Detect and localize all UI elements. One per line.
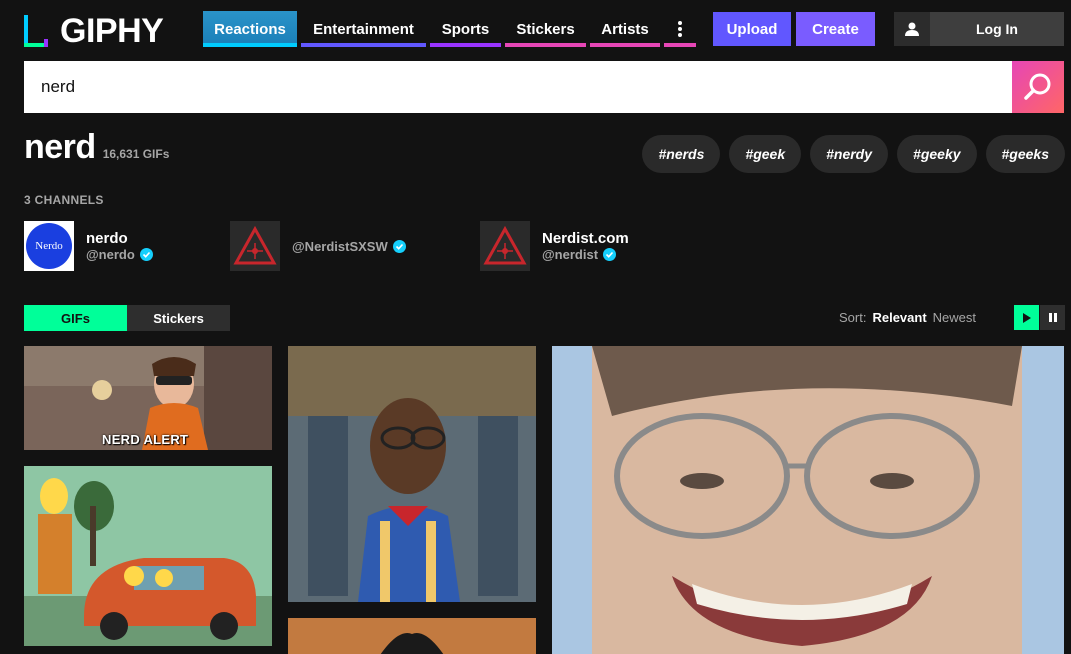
giphy-logo-icon <box>24 15 52 47</box>
avatar <box>230 221 280 271</box>
tag-geeky[interactable]: #geeky <box>897 135 977 173</box>
nav-item-entertainment[interactable]: Entertainment <box>301 11 426 47</box>
pause-icon <box>1048 313 1057 322</box>
sort-newest[interactable]: Newest <box>933 310 976 325</box>
more-menu-button[interactable] <box>664 11 696 47</box>
avatar: Nerdo <box>24 221 74 271</box>
avatar <box>480 221 530 271</box>
gif-image <box>288 346 536 602</box>
search-button[interactable] <box>1012 61 1064 113</box>
nerdist-logo-icon <box>483 225 527 265</box>
gif-tile[interactable] <box>288 346 536 602</box>
sort-label: Sort: <box>839 310 867 325</box>
channel-nerdist[interactable]: Nerdist.com @nerdist <box>480 221 629 271</box>
results-count: 16,631 GIFs <box>102 147 170 161</box>
avatar-text: Nerdo <box>35 240 63 252</box>
channel-handle: @NerdistSXSW <box>292 238 388 254</box>
create-button[interactable]: Create <box>796 12 875 46</box>
tag-geeks[interactable]: #geeks <box>985 135 1065 173</box>
gif-image <box>552 346 1064 654</box>
gif-tile[interactable] <box>24 466 272 646</box>
tab-stickers[interactable]: Stickers <box>127 305 230 331</box>
verified-icon <box>392 239 406 253</box>
login-button[interactable]: Log In <box>894 12 1064 46</box>
search-input[interactable] <box>24 61 1012 113</box>
pause-button[interactable] <box>1040 305 1065 330</box>
related-tags: #nerds #geek #nerdy #geeky #geeks <box>642 135 1065 173</box>
tag-geek[interactable]: #geek <box>729 135 802 173</box>
channel-handle: @nerdo <box>86 247 135 262</box>
nav-item-label: Sports <box>441 20 490 38</box>
channel-nerdistsxsw[interactable]: @NerdistSXSW <box>230 221 406 271</box>
channels-heading: 3 CHANNELS <box>24 193 104 207</box>
page-title: nerd <box>24 128 96 166</box>
login-label: Log In <box>976 21 1018 37</box>
gif-tile[interactable] <box>288 618 536 654</box>
gif-tile[interactable] <box>552 346 1064 654</box>
logo-text: GIPHY <box>60 12 164 50</box>
nav-item-stickers[interactable]: Stickers <box>505 11 586 47</box>
user-icon-box <box>894 12 930 46</box>
channel-nerdo[interactable]: Nerdo nerdo @nerdo <box>24 221 153 271</box>
nav-item-artists[interactable]: Artists <box>590 11 660 47</box>
sort-relevant[interactable]: Relevant <box>872 310 926 325</box>
giphy-logo[interactable]: GIPHY <box>24 12 164 50</box>
nav-item-reactions[interactable]: Reactions <box>203 11 297 47</box>
results-title: nerd 16,631 GIFs <box>24 128 169 167</box>
channel-name: nerdo <box>86 230 128 247</box>
tag-nerds[interactable]: #nerds <box>642 135 721 173</box>
verified-icon <box>603 248 617 261</box>
nav-item-label: Entertainment <box>313 20 414 38</box>
nav-item-label: Reactions <box>214 20 286 38</box>
tag-nerdy[interactable]: #nerdy <box>810 135 889 173</box>
play-icon <box>1023 312 1031 323</box>
nerdist-logo-icon <box>233 225 277 265</box>
tab-gifs[interactable]: GIFs <box>24 305 127 331</box>
content-type-toggle: GIFs Stickers <box>24 305 230 331</box>
nav-item-label: Stickers <box>516 20 575 38</box>
gif-image <box>24 466 272 646</box>
channel-handle: @nerdist <box>542 247 599 262</box>
nav-item-label: Artists <box>601 20 649 38</box>
channel-name: Nerdist.com <box>542 230 629 247</box>
gif-caption: NERD ALERT <box>102 432 189 447</box>
main-nav: Reactions Entertainment Sports Stickers … <box>203 11 696 47</box>
gif-image <box>288 618 536 654</box>
upload-button[interactable]: Upload <box>713 12 791 46</box>
verified-icon <box>139 248 153 261</box>
more-vertical-icon <box>678 21 682 37</box>
sort-controls: Sort: Relevant Newest <box>839 310 976 325</box>
play-button[interactable] <box>1014 305 1039 330</box>
nav-item-sports[interactable]: Sports <box>430 11 501 47</box>
autoplay-controls <box>1014 305 1065 330</box>
user-icon <box>905 22 919 36</box>
gif-tile[interactable]: NERD ALERT <box>24 346 272 450</box>
search-icon <box>1024 73 1051 100</box>
search-bar <box>24 61 1064 113</box>
